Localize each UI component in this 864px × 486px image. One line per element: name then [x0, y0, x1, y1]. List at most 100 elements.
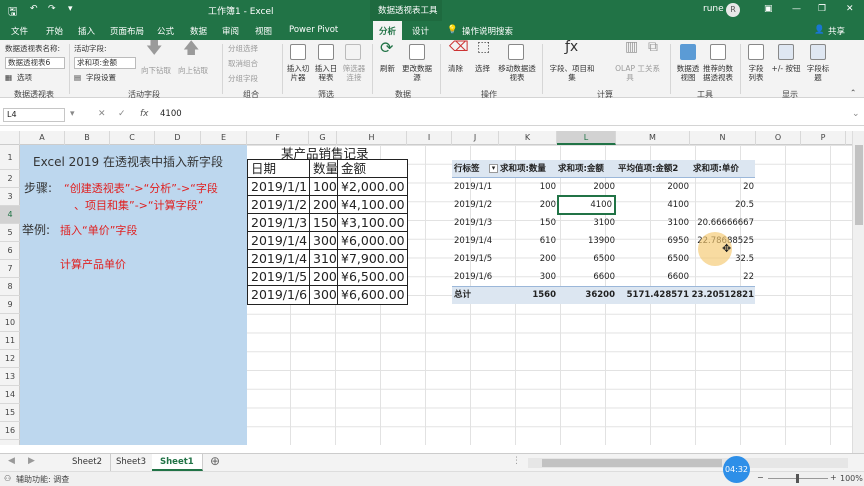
column-header[interactable]: I [407, 131, 452, 145]
column-header[interactable]: O [756, 131, 801, 145]
collapse-ribbon-icon[interactable]: ⌃ [850, 88, 856, 97]
pivot-cell[interactable]: 2000 [616, 178, 689, 196]
name-box-dropdown-icon[interactable]: ▾ [70, 109, 75, 119]
pivot-cell[interactable]: 300 [499, 268, 556, 286]
pivot-row-label[interactable]: 2019/1/5 [454, 250, 492, 268]
sales-cell[interactable]: ¥7,900.00 [337, 249, 408, 269]
sales-cell[interactable]: 300 [309, 231, 338, 251]
column-header[interactable]: J [452, 131, 499, 145]
row-header[interactable]: 5 [0, 224, 20, 242]
options-button[interactable]: 选项 [17, 73, 32, 82]
share-button[interactable]: 共享 [828, 25, 845, 37]
vertical-scroll-thumb[interactable] [855, 145, 863, 225]
sales-cell[interactable]: ¥6,500.00 [337, 267, 408, 287]
insert-function-icon[interactable]: fx [140, 109, 149, 119]
row-header[interactable]: 7 [0, 260, 20, 278]
olap-button[interactable]: OLAP 工具 [615, 64, 645, 82]
pivot-chart-icon[interactable] [680, 44, 696, 60]
row-header[interactable]: 16 [0, 422, 20, 440]
pivot-cell[interactable]: 20.66666667 [690, 214, 754, 232]
redo-icon[interactable]: ↷ [48, 4, 56, 14]
sales-cell[interactable]: 200 [309, 267, 338, 287]
formula-input[interactable]: 4100 [160, 109, 182, 119]
row-header[interactable]: 10 [0, 314, 20, 332]
sales-cell[interactable]: 300 [309, 285, 338, 305]
column-header[interactable]: A [20, 131, 65, 145]
accessibility-status[interactable]: 辅助功能: 调查 [16, 474, 69, 485]
tab-data[interactable]: 数据 [190, 25, 207, 37]
change-source-icon[interactable] [409, 44, 425, 60]
row-header[interactable]: 11 [0, 332, 20, 350]
move-pivot-icon[interactable] [508, 44, 524, 60]
pivot-row-label[interactable]: 2019/1/1 [454, 178, 492, 196]
olap-icon[interactable]: ▥ [625, 40, 638, 54]
change-source-button[interactable]: 更改数据源 [402, 64, 432, 82]
recommended-pivot-icon[interactable] [710, 44, 726, 60]
row-header[interactable]: 3 [0, 188, 20, 206]
sales-cell[interactable]: 2019/1/4 [247, 249, 310, 269]
field-list-button[interactable]: 字段列表 [746, 64, 766, 82]
row-header[interactable]: 8 [0, 278, 20, 296]
zoom-level[interactable]: 100% [840, 474, 863, 483]
horizontal-scrollbar[interactable] [528, 458, 848, 468]
customize-qat-icon[interactable]: ▾ [68, 4, 73, 14]
pivot-cell[interactable]: 22 [690, 268, 754, 286]
options-icon[interactable]: ▦ [5, 73, 12, 82]
column-header[interactable]: B [65, 131, 110, 145]
drill-up-icon[interactable]: 🡅 [183, 40, 199, 56]
tab-view[interactable]: 视图 [255, 25, 272, 37]
pivot-cell[interactable]: 3100 [616, 214, 689, 232]
refresh-icon[interactable]: ⟳ [380, 40, 393, 56]
user-name[interactable]: rune [703, 4, 724, 14]
expand-formula-icon[interactable]: ⌄ [852, 109, 860, 119]
sales-cell[interactable]: 200 [309, 195, 338, 215]
sales-cell[interactable]: 150 [309, 213, 338, 233]
sales-cell[interactable]: 100 [309, 177, 338, 197]
pivot-row-label[interactable]: 2019/1/2 [454, 196, 492, 214]
pivot-total-cell[interactable]: 1560 [499, 286, 556, 304]
pivot-cell[interactable]: 6500 [557, 250, 615, 268]
pivot-cell[interactable]: 200 [499, 196, 556, 214]
field-list-icon[interactable] [748, 44, 764, 60]
pivot-cell[interactable]: 6950 [616, 232, 689, 250]
tab-insert[interactable]: 插入 [78, 25, 95, 37]
sales-cell[interactable]: ¥6,000.00 [337, 231, 408, 251]
column-header[interactable]: N [690, 131, 756, 145]
tab-home[interactable]: 开始 [46, 25, 63, 37]
zoom-out-icon[interactable]: − [757, 473, 764, 482]
insert-timeline-button[interactable]: 插入日程表 [312, 64, 340, 82]
pivot-cell[interactable]: 3100 [557, 214, 615, 232]
share-icon[interactable]: 👤 [814, 25, 825, 35]
pivot-cell[interactable]: 6600 [557, 268, 615, 286]
select-all-corner[interactable] [0, 131, 20, 145]
select-icon[interactable]: ⬚ [477, 40, 490, 54]
relationships-button[interactable]: 关系 [645, 64, 660, 73]
sales-cell[interactable]: ¥2,000.00 [337, 177, 408, 197]
relationships-icon[interactable]: ⧉ [648, 40, 658, 54]
pivot-cell[interactable]: 6500 [616, 250, 689, 268]
accessibility-icon[interactable]: ⚇ [4, 474, 11, 483]
move-pivot-button[interactable]: 移动数据透视表 [496, 64, 538, 82]
drill-down-button[interactable]: 向下钻取 [141, 66, 171, 75]
fields-items-button[interactable]: 字段、项目和集 [547, 64, 597, 82]
pivot-row-label[interactable]: 2019/1/3 [454, 214, 492, 232]
filter-connections-icon[interactable] [345, 44, 361, 60]
sales-cell[interactable]: 2019/1/2 [247, 195, 310, 215]
close-icon[interactable]: ✕ [846, 4, 854, 14]
pivot-cell-selected[interactable]: 4100 [557, 195, 616, 215]
sales-cell[interactable]: 2019/1/1 [247, 177, 310, 197]
pivot-row-label[interactable]: 2019/1/4 [454, 232, 492, 250]
fields-items-icon[interactable]: ƒx [565, 40, 578, 54]
pivot-total-cell[interactable]: 5171.428571 [616, 286, 689, 304]
tell-me-search[interactable]: 操作说明搜索 [462, 25, 513, 37]
sales-cell[interactable]: 2019/1/4 [247, 231, 310, 251]
sales-cell[interactable]: 2019/1/3 [247, 213, 310, 233]
field-settings-button[interactable]: 字段设置 [86, 73, 116, 82]
active-field-input[interactable]: 求和项:金额 [74, 57, 136, 69]
tab-review[interactable]: 审阅 [222, 25, 239, 37]
tab-file[interactable]: 文件 [11, 25, 28, 37]
field-headers-icon[interactable] [810, 44, 826, 60]
row-header[interactable]: 13 [0, 368, 20, 386]
avatar[interactable]: R [726, 3, 740, 17]
cancel-icon[interactable]: ✕ [98, 109, 106, 119]
